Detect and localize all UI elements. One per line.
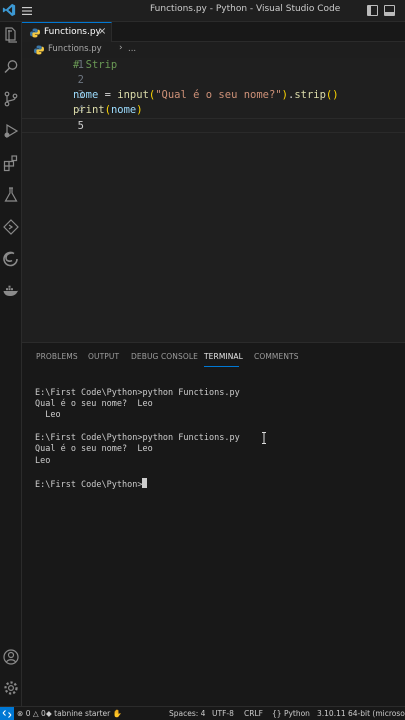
docker-icon[interactable] [1,281,21,301]
problems-status[interactable]: ⊗ 0 △ 0 [17,709,46,718]
terminal-line: E:\First Code\Python>python Functions.py [35,433,240,443]
tab-terminal[interactable]: TERMINAL [204,352,243,361]
hand-icon: ✋ [112,709,122,718]
tabnine-status[interactable]: ◆ tabnine starter ✋ [46,709,122,718]
terminal-line: Leo [35,410,61,420]
activity-bar [0,22,22,706]
toggle-panel-icon[interactable] [384,5,395,16]
editor-tab-bar: Functions.py × [22,22,405,42]
breadcrumb-symbols[interactable]: ... [128,44,136,54]
code-line[interactable]: 1 # Strip [22,58,405,73]
tabnine-icon: ◆ [46,709,52,718]
breadcrumb: Functions.py › ... [22,42,405,58]
language-status[interactable]: {} Python [272,709,310,718]
settings-gear-icon[interactable] [1,678,21,698]
code-text: nome = input("Qual é o seu nome?").strip… [73,89,339,101]
run-debug-icon[interactable] [1,121,21,141]
encoding-status[interactable]: UTF-8 [212,709,234,718]
code-line[interactable]: 2 [22,73,405,88]
vscode-logo-icon [2,3,16,17]
extensions-icon[interactable] [1,153,21,173]
code-text: print(nome) [73,104,143,116]
tabnine-label: tabnine starter [54,709,111,718]
eol-status[interactable]: CRLF [244,709,263,718]
terminal-cursor [142,478,148,488]
explorer-icon[interactable] [1,25,21,45]
code-text: # Strip [73,59,118,71]
python-file-icon [30,28,40,38]
toggle-primary-sidebar-icon[interactable] [367,5,378,16]
remote-explorer-icon[interactable] [1,217,21,237]
window-title: Functions.py - Python - Visual Studio Co… [150,4,341,14]
current-code-line[interactable]: 5 [22,118,405,133]
hamburger-menu-icon[interactable] [20,4,34,18]
close-icon[interactable]: × [98,26,106,37]
tab-problems[interactable]: PROBLEMS [36,352,78,361]
active-tab-indicator [204,366,239,367]
line-number: 5 [77,120,84,132]
tab-output[interactable]: OUTPUT [88,352,119,361]
account-icon[interactable] [1,647,21,667]
search-icon[interactable] [1,57,21,77]
terminal-prompt: E:\First Code\Python> [35,480,143,490]
edge-devtools-icon[interactable] [1,249,21,269]
error-icon: ⊗ [17,709,24,718]
terminal-prompt-line: E:\First Code\Python> [35,478,148,491]
line-number: 2 [77,74,84,86]
error-count: 0 [25,709,31,718]
braces-icon: {} [272,709,282,718]
remote-icon [2,710,12,718]
terminal-line: Leo [35,456,51,466]
python-file-icon [34,45,44,55]
code-line[interactable]: 3 nome = input("Qual é o seu nome?").str… [22,88,405,103]
code-line[interactable]: 4 print(nome) [22,103,405,118]
mouse-ibeam-cursor-icon [262,432,266,444]
title-bar: Functions.py - Python - Visual Studio Co… [0,0,405,22]
terminal-line: Qual é o seu nome? Leo [35,399,153,409]
indentation-status[interactable]: Spaces: 4 [169,709,205,718]
breadcrumb-separator: › [119,43,123,53]
interpreter-status[interactable]: 3.10.11 64-bit (microsoft [317,709,405,718]
tab-comments[interactable]: COMMENTS [254,352,299,361]
tab-label: Functions.py [44,27,101,37]
source-control-icon[interactable] [1,89,21,109]
language-label: Python [283,709,310,718]
terminal-line: Qual é o seu nome? Leo [35,444,153,454]
tab-functions-py[interactable]: Functions.py × [22,22,112,42]
breadcrumb-file[interactable]: Functions.py [48,44,102,54]
remote-indicator[interactable] [0,707,14,720]
tab-debug-console[interactable]: DEBUG CONSOLE [131,352,198,361]
terminal-line: E:\First Code\Python>python Functions.py [35,388,240,398]
warning-icon: △ [32,709,39,718]
code-editor[interactable]: 1 # Strip 2 3 nome = input("Qual é o seu… [22,58,405,342]
bottom-panel: PROBLEMS OUTPUT DEBUG CONSOLE TERMINAL C… [22,342,405,706]
status-bar: ⊗ 0 △ 0 ◆ tabnine starter ✋ Spaces: 4 UT… [0,706,405,720]
testing-icon[interactable] [1,185,21,205]
